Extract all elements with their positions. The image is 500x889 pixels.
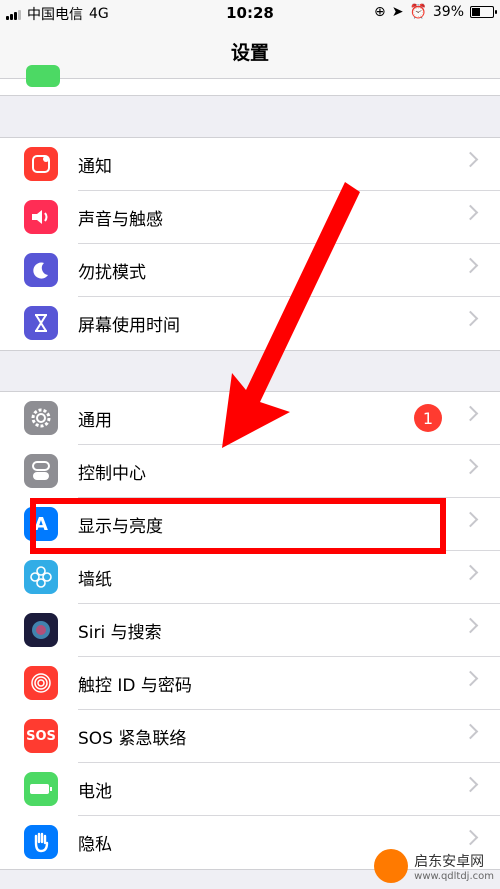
location-icon: ➤ [391,4,404,20]
battery-indicator-icon [470,6,497,18]
status-bar: 中国电信 4G 10:28 ⊕ ➤ ⏰ 39% [0,0,500,26]
settings-row-label: SOS 紧急联络 [78,729,187,749]
settings-row-label: 声音与触感 [78,210,163,230]
settings-row[interactable]: 触控 ID 与密码 [0,657,500,710]
settings-row[interactable]: 声音与触感 [0,191,500,244]
hourglass-icon [24,306,58,340]
page-title: 设置 [230,42,269,64]
chevron-right-icon [462,257,479,274]
chevron-right-icon [462,723,479,740]
chevron-right-icon [462,617,479,634]
settings-row-label: 屏幕使用时间 [78,316,180,336]
settings-row[interactable]: 通用 1 [0,392,500,445]
chevron-right-icon [462,310,479,327]
watermark: 启东安卓网 www.qdltdj.com [374,849,494,883]
settings-group-1: 通知声音与触感勿扰模式屏幕使用时间 [0,137,500,351]
settings-row[interactable]: SOS SOS 紧急联络 [0,710,500,763]
app-icon [26,65,60,87]
watermark-logo-icon [374,849,409,883]
settings-row-label: 通用 [78,411,112,431]
chevron-right-icon [462,776,479,793]
list-item[interactable] [0,65,500,96]
chevron-right-icon [462,405,479,422]
toggles-icon [24,454,58,488]
annotation-highlight-box [30,498,446,554]
settings-row[interactable]: 勿扰模式 [0,244,500,297]
orientation-lock-icon: ⊕ [373,4,386,20]
settings-row[interactable]: 屏幕使用时间 [0,297,500,350]
settings-row-label: 控制中心 [78,464,146,484]
chevron-right-icon [462,670,479,687]
wallpaper-icon [24,560,58,594]
chevron-right-icon [462,204,479,221]
battery-icon [24,772,58,806]
watermark-url: www.qdltdj.com [414,870,494,882]
notifications-icon [24,147,58,181]
siri-icon [24,613,58,647]
settings-row-label: Siri 与搜索 [78,623,162,643]
battery-percent: 39% [432,4,464,20]
hand-icon [24,825,58,859]
settings-row[interactable]: 通知 [0,138,500,191]
moon-icon [24,253,58,287]
settings-row[interactable]: Siri 与搜索 [0,604,500,657]
chevron-right-icon [462,151,479,168]
settings-row-label: 墙纸 [78,570,112,590]
icon-label: SOS [26,728,56,744]
chevron-right-icon [462,458,479,475]
settings-row[interactable]: 电池 [0,763,500,816]
chevron-right-icon [462,511,479,528]
settings-row-label: 电池 [78,782,112,802]
alarm-icon: ⏰ [409,4,427,20]
navigation-bar: 设置 [0,26,500,79]
gear-icon [24,401,58,435]
speaker-icon [24,200,58,234]
settings-row-label: 隐私 [78,835,112,855]
watermark-title: 启东安卓网 [414,853,485,870]
settings-group-2: 通用 1 控制中心 A 显示与亮度 墙纸 Siri 与搜索 触控 ID 与密码 SOS SOS 紧… [0,391,500,870]
chevron-right-icon [462,829,479,846]
notification-badge: 1 [414,404,442,432]
settings-row-label: 触控 ID 与密码 [78,676,192,696]
settings-row[interactable]: 墙纸 [0,551,500,604]
fingerprint-icon [24,666,58,700]
settings-row-label: 勿扰模式 [78,263,146,283]
settings-row[interactable]: 控制中心 [0,445,500,498]
sos-icon: SOS [24,719,58,753]
settings-row-label: 通知 [78,157,112,177]
chevron-right-icon [462,564,479,581]
